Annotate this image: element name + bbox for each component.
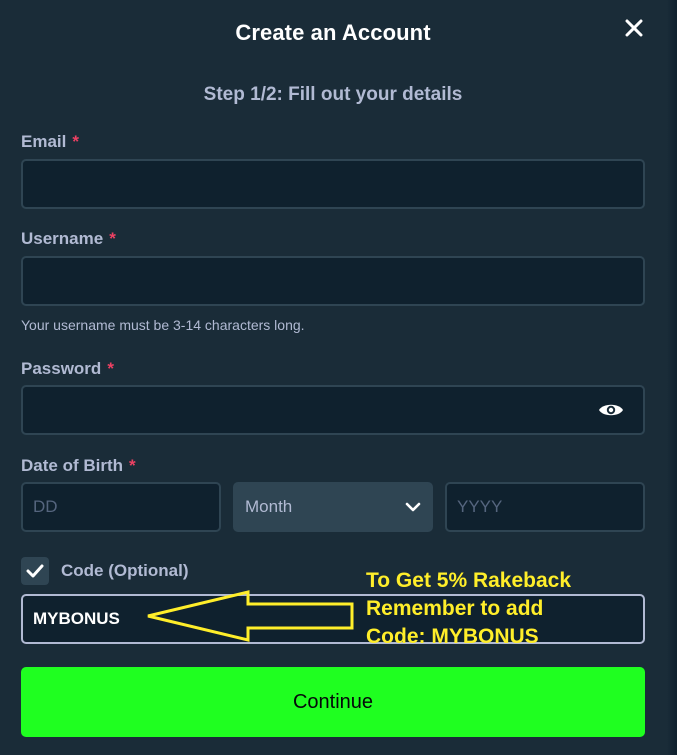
continue-button[interactable]: Continue <box>21 667 645 737</box>
password-label: Password * <box>21 359 114 379</box>
close-button[interactable] <box>620 14 648 42</box>
eye-icon <box>599 404 623 416</box>
modal-title: Create an Account <box>235 20 431 45</box>
create-account-modal: Create an Account Step 1/2: Fill out you… <box>0 0 677 755</box>
required-mark: * <box>129 456 136 475</box>
dob-day-field[interactable] <box>21 482 221 532</box>
modal-edge <box>667 0 677 755</box>
password-field[interactable] <box>21 385 645 435</box>
password-label-text: Password <box>21 359 102 378</box>
show-password-button[interactable] <box>597 398 625 422</box>
code-checkbox[interactable] <box>21 557 49 585</box>
username-label: Username * <box>21 229 116 249</box>
required-mark: * <box>107 359 114 378</box>
chevron-down-icon <box>405 502 421 512</box>
step-indicator: Step 1/2: Fill out your details <box>203 84 463 105</box>
code-label: Code (Optional) <box>61 561 189 580</box>
username-field[interactable] <box>21 256 645 306</box>
dob-label-text: Date of Birth <box>21 456 123 475</box>
dob-month-value: Month <box>245 497 293 516</box>
required-mark: * <box>72 132 79 151</box>
required-mark: * <box>109 229 116 248</box>
close-icon <box>625 19 643 37</box>
dob-year-field[interactable] <box>445 482 645 532</box>
username-hint: Your username must be 3-14 characters lo… <box>21 317 305 333</box>
email-label: Email * <box>21 132 79 152</box>
checkmark-icon <box>26 564 44 578</box>
email-field[interactable] <box>21 159 645 209</box>
username-label-text: Username <box>21 229 104 248</box>
email-label-text: Email <box>21 132 67 151</box>
promo-line-3: Code: MYBONUS <box>366 625 539 648</box>
promo-line-2: Remember to add <box>366 597 544 620</box>
promo-annotation: To Get 5% Rakeback Remember to add Code:… <box>366 567 571 651</box>
dob-label: Date of Birth * <box>21 456 136 476</box>
arrow-annotation-icon <box>147 590 354 642</box>
promo-line-1: To Get 5% Rakeback <box>366 569 572 592</box>
dob-month-select[interactable]: Month <box>233 482 433 532</box>
